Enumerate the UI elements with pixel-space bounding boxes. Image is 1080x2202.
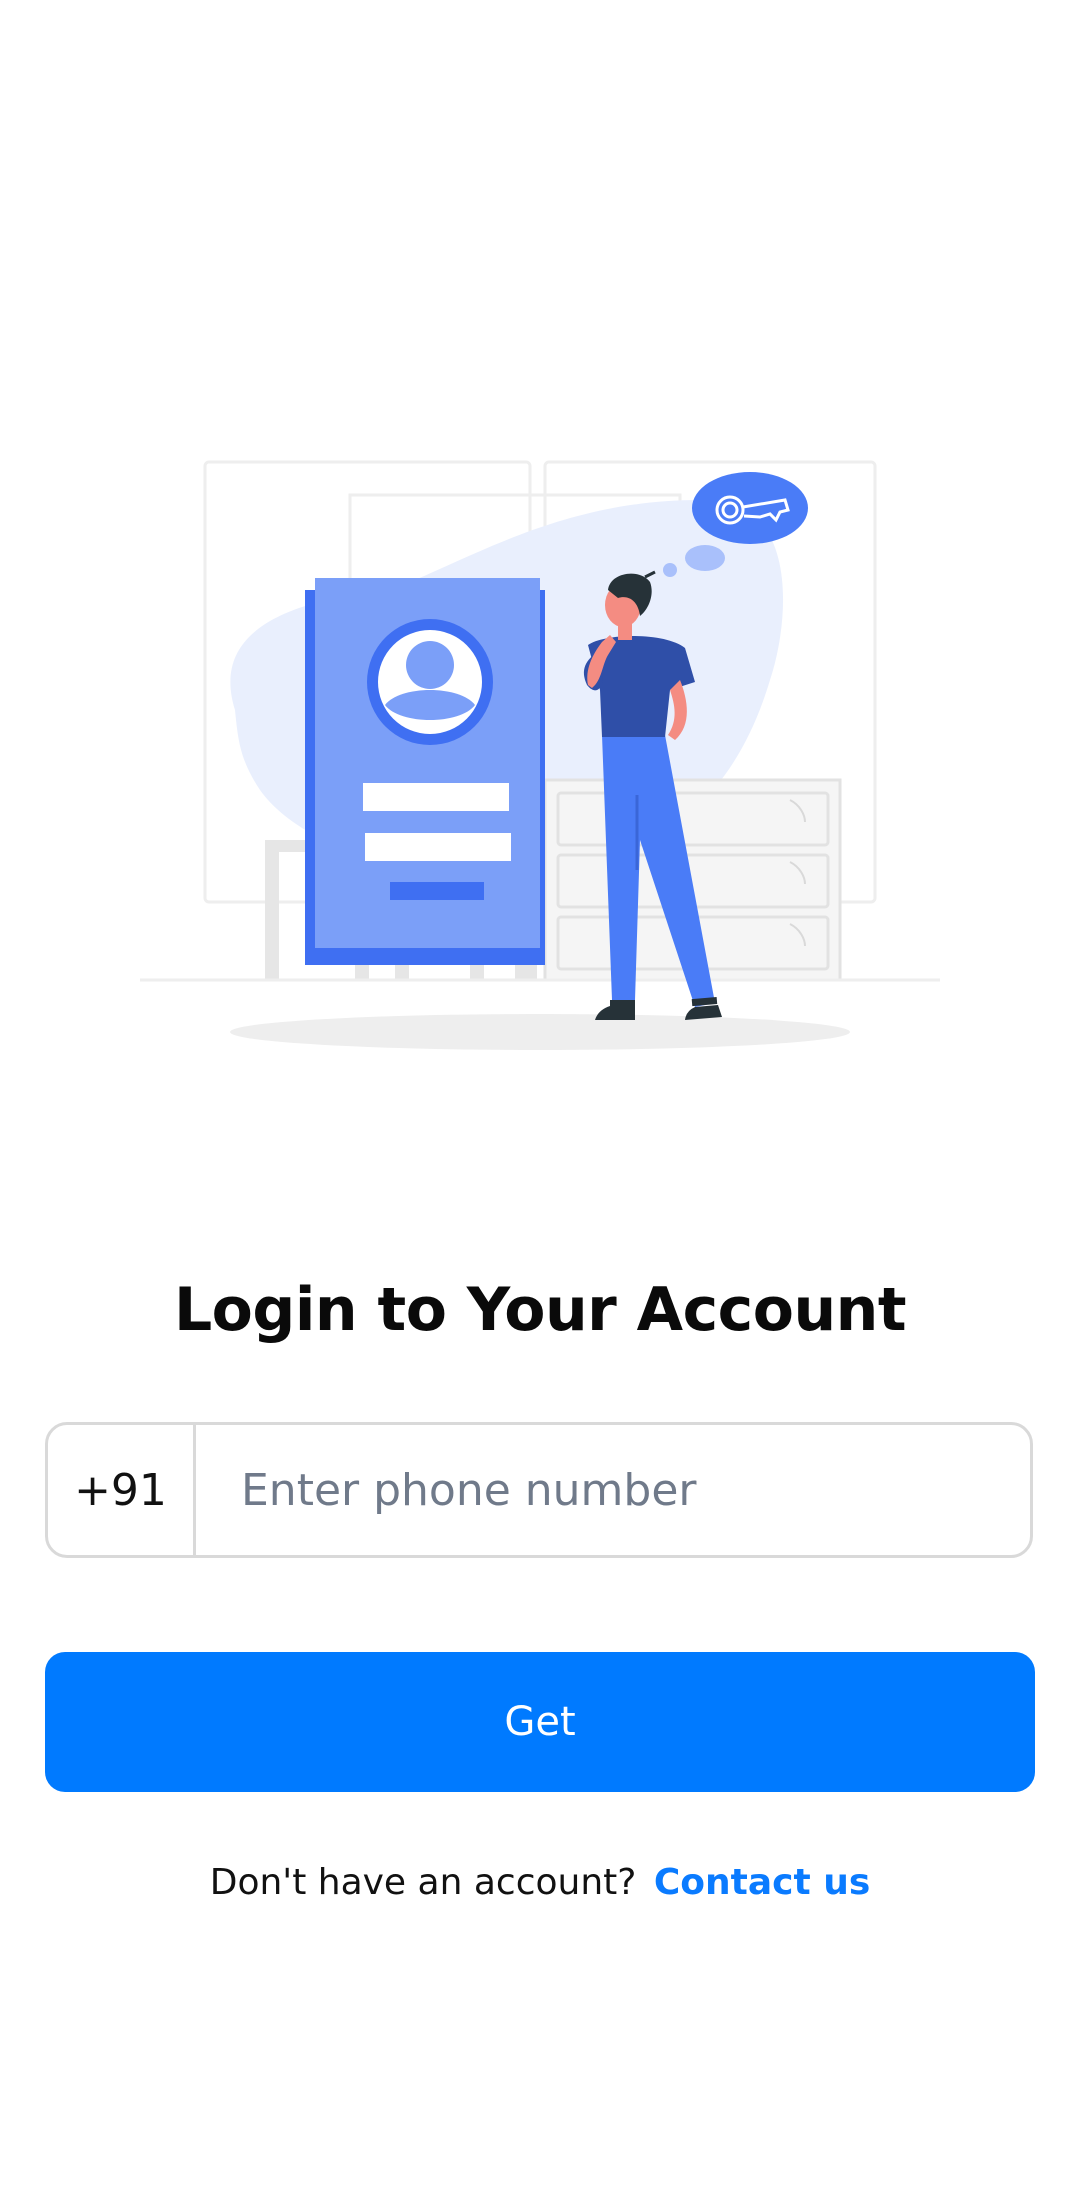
page-title: Login to Your Account (173, 1275, 907, 1345)
signup-prompt-row: Don't have an account? Contact us (0, 1862, 1080, 1903)
get-button[interactable]: Get (45, 1652, 1035, 1792)
login-illustration (140, 450, 940, 1070)
id-card-illustration (305, 578, 545, 965)
phone-number-input[interactable] (196, 1425, 1030, 1555)
contact-us-link[interactable]: Contact us (654, 1862, 870, 1903)
phone-input-group: +91 (45, 1422, 1033, 1558)
country-code-selector[interactable]: +91 (48, 1425, 196, 1555)
signup-prompt-text: Don't have an account? (209, 1862, 637, 1903)
